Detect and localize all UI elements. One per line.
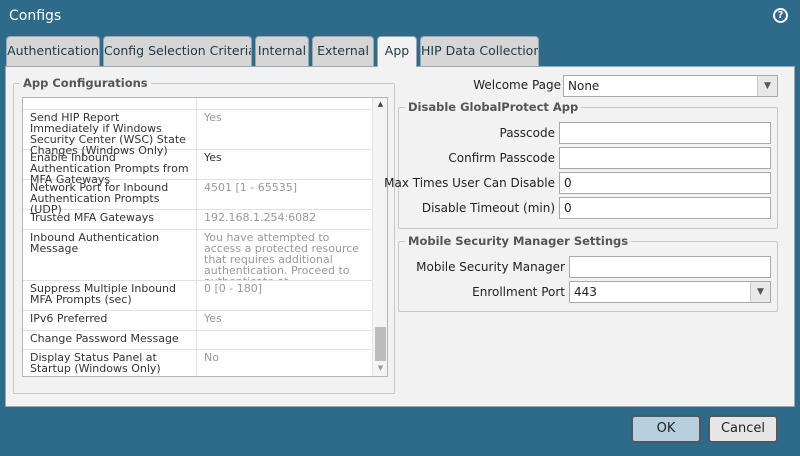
confirm-passcode-label-row: Confirm Passcode: [402, 147, 555, 169]
row-name: Change Password Message: [23, 331, 197, 349]
scrollbar-thumb[interactable]: [375, 327, 386, 361]
enrollment-port-select[interactable]: 443 ▼: [569, 281, 771, 303]
passcode-label-row: Passcode: [402, 122, 556, 144]
scroll-up-arrow-icon[interactable]: ▲: [373, 100, 387, 108]
enrollment-port-value: 443: [574, 285, 597, 299]
mobile-security-manager-input[interactable]: [569, 256, 771, 278]
tab-internal[interactable]: Internal: [255, 36, 309, 66]
row-value: Yes: [204, 312, 222, 325]
table-row[interactable]: Inbound Authentication Message You have …: [23, 230, 373, 281]
tab-hip-data-collection[interactable]: HIP Data Collection: [420, 36, 539, 66]
confirm-passcode-label: Confirm Passcode: [448, 151, 555, 165]
max-times-input[interactable]: 0: [559, 172, 771, 194]
tab-authentication[interactable]: Authentication: [6, 36, 100, 66]
welcome-page-label-row: Welcome Page: [406, 74, 561, 96]
max-times-label: Max Times User Can Disable: [384, 176, 555, 190]
app-configurations-rows: (Windows & Mac Only) Send HIP Report Imm…: [23, 98, 373, 376]
table-row[interactable]: Send HIP Report Immediately if Windows S…: [23, 110, 373, 156]
tab-external[interactable]: External: [312, 36, 374, 66]
table-row[interactable]: Change Password Message: [23, 331, 373, 350]
app-configurations-table[interactable]: (Windows & Mac Only) Send HIP Report Imm…: [22, 97, 388, 377]
enrollment-port-label: Enrollment Port: [472, 285, 565, 299]
table-row[interactable]: Trusted MFA Gateways 192.168.1.254:6082: [23, 210, 373, 230]
disable-timeout-input[interactable]: 0: [559, 197, 771, 219]
enrollment-port-label-row: Enrollment Port: [402, 281, 565, 303]
disable-timeout-label-row: Disable Timeout (min): [402, 197, 555, 219]
row-value: You have attempted to access a protected…: [204, 231, 360, 280]
mobile-security-legend: Mobile Security Manager Settings: [408, 234, 629, 248]
disable-timeout-label: Disable Timeout (min): [421, 201, 555, 215]
passcode-label: Passcode: [499, 126, 556, 140]
tab-config-selection-criteria[interactable]: Config Selection Criteria: [103, 36, 252, 66]
row-value: 4501 [1 - 65535]: [204, 181, 298, 194]
dialog-titlebar: Configs ?: [0, 0, 800, 34]
table-row[interactable]: IPv6 Preferred Yes: [23, 311, 373, 331]
row-name: Send HIP Report Immediately if Windows S…: [23, 110, 197, 156]
welcome-page-value: None: [568, 79, 600, 93]
cancel-button[interactable]: Cancel: [708, 415, 778, 443]
table-scrollbar[interactable]: ▲ ▼: [372, 98, 387, 376]
help-icon[interactable]: ?: [773, 8, 788, 23]
row-name: Suppress Multiple Inbound MFA Prompts (s…: [23, 281, 197, 310]
chevron-down-icon[interactable]: ▼: [750, 282, 770, 302]
confirm-passcode-input[interactable]: [559, 147, 771, 169]
table-row[interactable]: Display Status Panel at Startup (Windows…: [23, 350, 373, 376]
row-value: 192.168.1.254:6082: [204, 211, 317, 224]
max-times-label-row: Max Times User Can Disable: [384, 172, 555, 194]
scroll-down-arrow-icon[interactable]: ▼: [373, 364, 387, 372]
table-row[interactable]: Suppress Multiple Inbound MFA Prompts (s…: [23, 281, 373, 311]
row-value: Yes: [204, 111, 222, 124]
dialog-title: Configs: [9, 8, 62, 24]
row-name: Display Status Panel at Startup (Windows…: [23, 350, 197, 376]
tab-app[interactable]: App: [377, 36, 417, 67]
row-name: (Windows & Mac Only): [23, 98, 197, 109]
chevron-down-icon[interactable]: ▼: [757, 76, 777, 96]
row-name: Enable Inbound Authentication Prompts fr…: [23, 150, 197, 185]
row-name: Network Port for Inbound Authentication …: [23, 180, 197, 215]
app-configurations-legend: App Configurations: [23, 76, 148, 90]
row-name: IPv6 Preferred: [23, 311, 197, 330]
tab-content-app: App Configurations (Windows & Mac Only) …: [5, 66, 795, 407]
passcode-input[interactable]: [559, 122, 771, 144]
mobile-security-manager-label-row: Mobile Security Manager: [402, 256, 565, 278]
row-value: 0 [0 - 180]: [204, 282, 263, 295]
welcome-page-label: Welcome Page: [473, 78, 561, 92]
table-row[interactable]: (Windows & Mac Only): [23, 98, 373, 110]
row-name: Inbound Authentication Message: [23, 230, 197, 280]
row-name: Trusted MFA Gateways: [23, 210, 197, 229]
ok-button[interactable]: OK: [631, 415, 701, 443]
row-value: Yes: [204, 151, 222, 164]
table-row[interactable]: Network Port for Inbound Authentication …: [23, 180, 373, 215]
row-value: [197, 331, 373, 349]
row-value: [197, 98, 373, 109]
disable-app-legend: Disable GlobalProtect App: [408, 100, 579, 114]
mobile-security-manager-label: Mobile Security Manager: [416, 260, 565, 274]
table-row[interactable]: Enable Inbound Authentication Prompts fr…: [23, 150, 373, 185]
row-value: No: [204, 351, 219, 364]
welcome-page-select[interactable]: None ▼: [563, 75, 778, 97]
